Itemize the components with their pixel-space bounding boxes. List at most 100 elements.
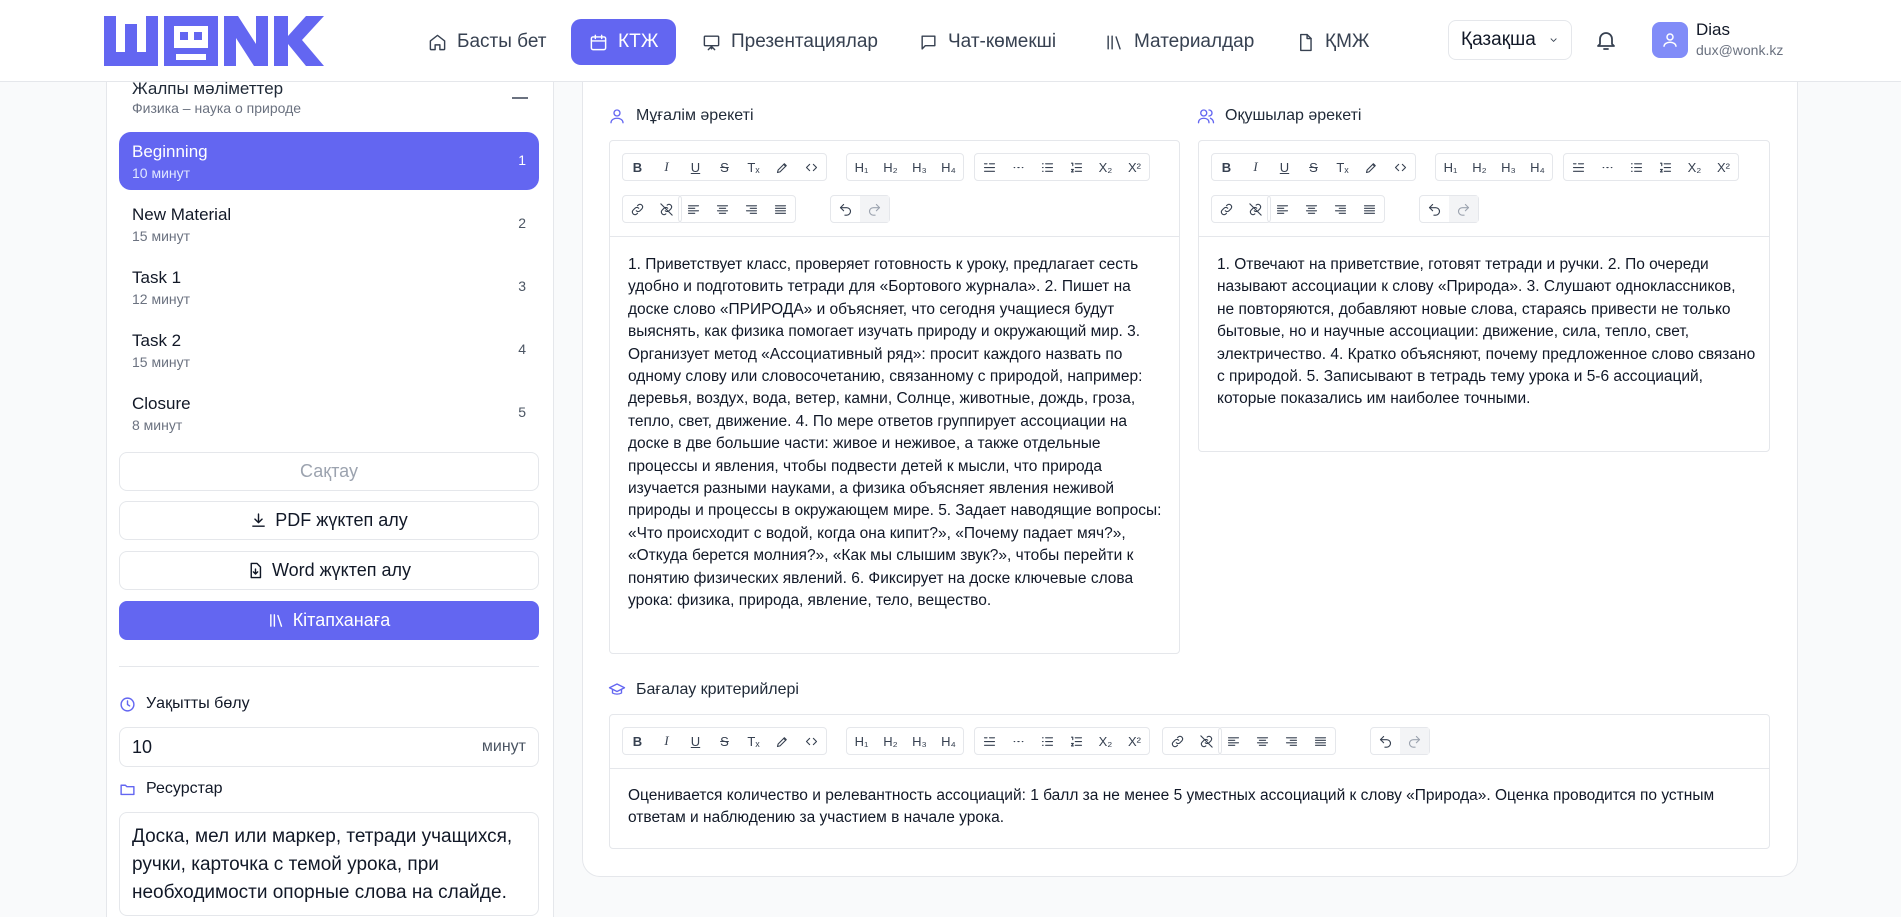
h1-button[interactable]: H₁ <box>1436 154 1465 180</box>
nav-ktzh[interactable]: КТЖ <box>571 19 677 65</box>
stage-item-3[interactable]: Task 1 12 минут 3 <box>119 258 539 316</box>
stage-item-1[interactable]: Beginning 10 минут 1 <box>119 132 539 190</box>
save-button[interactable]: Сақтау <box>119 452 539 491</box>
pdf-download-button[interactable]: PDF жүктеп алу <box>119 501 539 540</box>
highlight-button[interactable] <box>1357 154 1386 180</box>
bold-button[interactable]: B <box>623 154 652 180</box>
underline-button[interactable]: U <box>681 154 710 180</box>
clear-format-button[interactable]: Tₓ <box>739 728 768 754</box>
undo-button[interactable] <box>1420 196 1449 222</box>
assessment-criteria-editor[interactable]: B I U S Tₓ H₁ H₂ H₃ H₄ X₂ X² Оценивается количеств… <box>609 714 1770 849</box>
language-select[interactable]: Қазақша <box>1448 20 1572 60</box>
unlink-button[interactable] <box>1241 196 1270 222</box>
align-left-button[interactable] <box>1268 196 1297 222</box>
subscript-button[interactable]: X₂ <box>1091 728 1120 754</box>
stage-item-4[interactable]: Task 2 15 минут 4 <box>119 321 539 379</box>
strike-button[interactable]: S <box>710 154 739 180</box>
redo-button[interactable] <box>1400 728 1429 754</box>
strike-button[interactable]: S <box>1299 154 1328 180</box>
blockquote-button[interactable] <box>975 154 1004 180</box>
avatar[interactable] <box>1652 22 1688 58</box>
unlink-button[interactable] <box>1192 728 1221 754</box>
horizontal-rule-button[interactable] <box>1004 154 1033 180</box>
h1-button[interactable]: H₁ <box>847 154 876 180</box>
stage-item-2[interactable]: New Material 15 минут 2 <box>119 195 539 253</box>
nav-chat[interactable]: Чат-көмекші <box>901 19 1074 65</box>
align-center-button[interactable] <box>1248 728 1277 754</box>
underline-button[interactable]: U <box>681 728 710 754</box>
italic-button[interactable]: I <box>652 154 681 180</box>
assessment-criteria-content[interactable]: Оценивается количество и релевантность а… <box>628 785 1753 830</box>
link-button[interactable] <box>623 196 652 222</box>
ordered-list-button[interactable] <box>1062 154 1091 180</box>
redo-button[interactable] <box>860 196 889 222</box>
h4-button[interactable]: H₄ <box>934 154 963 180</box>
code-button[interactable] <box>797 154 826 180</box>
undo-button[interactable] <box>1371 728 1400 754</box>
ordered-list-button[interactable] <box>1062 728 1091 754</box>
blockquote-button[interactable] <box>975 728 1004 754</box>
align-right-button[interactable] <box>737 196 766 222</box>
h3-button[interactable]: H₃ <box>905 728 934 754</box>
superscript-button[interactable]: X² <box>1709 154 1738 180</box>
bold-button[interactable]: B <box>623 728 652 754</box>
time-input[interactable]: 10 минут <box>119 727 539 767</box>
align-right-button[interactable] <box>1277 728 1306 754</box>
blockquote-button[interactable] <box>1564 154 1593 180</box>
h3-button[interactable]: H₃ <box>1494 154 1523 180</box>
word-download-button[interactable]: Word жүктеп алу <box>119 551 539 590</box>
align-justify-button[interactable] <box>1306 728 1335 754</box>
italic-button[interactable]: I <box>1241 154 1270 180</box>
wonk-logo[interactable] <box>104 16 350 66</box>
link-button[interactable] <box>1163 728 1192 754</box>
students-activity-editor[interactable]: B I U S Tₓ H₁ H₂ H₃ H₄ X₂ X² 1. Отвечают на привет… <box>1198 140 1770 452</box>
h4-button[interactable]: H₄ <box>1523 154 1552 180</box>
superscript-button[interactable]: X² <box>1120 728 1149 754</box>
unlink-button[interactable] <box>652 196 681 222</box>
clear-format-button[interactable]: Tₓ <box>739 154 768 180</box>
horizontal-rule-button[interactable] <box>1004 728 1033 754</box>
ordered-list-button[interactable] <box>1651 154 1680 180</box>
stage-item-5[interactable]: Closure 8 минут 5 <box>119 384 539 442</box>
align-justify-button[interactable] <box>766 196 795 222</box>
highlight-button[interactable] <box>768 728 797 754</box>
code-button[interactable] <box>797 728 826 754</box>
strike-button[interactable]: S <box>710 728 739 754</box>
h2-button[interactable]: H₂ <box>876 154 905 180</box>
horizontal-rule-button[interactable] <box>1593 154 1622 180</box>
subscript-button[interactable]: X₂ <box>1680 154 1709 180</box>
nav-kmzh[interactable]: ҚМЖ <box>1278 19 1387 65</box>
students-activity-content[interactable]: 1. Отвечают на приветствие, готовят тетр… <box>1217 254 1757 411</box>
clear-format-button[interactable]: Tₓ <box>1328 154 1357 180</box>
bold-button[interactable]: B <box>1212 154 1241 180</box>
superscript-button[interactable]: X² <box>1120 154 1149 180</box>
h1-button[interactable]: H₁ <box>847 728 876 754</box>
teacher-activity-editor[interactable]: B I U S Tₓ H₁ H₂ H₃ H₄ X₂ X² 1. Приветствует класс… <box>609 140 1180 654</box>
bullet-list-button[interactable] <box>1622 154 1651 180</box>
align-justify-button[interactable] <box>1355 196 1384 222</box>
h3-button[interactable]: H₃ <box>905 154 934 180</box>
redo-button[interactable] <box>1449 196 1478 222</box>
h4-button[interactable]: H₄ <box>934 728 963 754</box>
resources-textarea[interactable]: Доска, мел или маркер, тетради учащихся,… <box>119 812 539 916</box>
align-center-button[interactable] <box>1297 196 1326 222</box>
align-right-button[interactable] <box>1326 196 1355 222</box>
nav-home[interactable]: Басты бет <box>410 19 564 65</box>
highlight-button[interactable] <box>768 154 797 180</box>
notifications-button[interactable] <box>1594 28 1618 52</box>
teacher-activity-content[interactable]: 1. Приветствует класс, проверяет готовно… <box>628 254 1168 613</box>
bullet-list-button[interactable] <box>1033 154 1062 180</box>
underline-button[interactable]: U <box>1270 154 1299 180</box>
code-button[interactable] <box>1386 154 1415 180</box>
bullet-list-button[interactable] <box>1033 728 1062 754</box>
link-button[interactable] <box>1212 196 1241 222</box>
align-left-button[interactable] <box>679 196 708 222</box>
italic-button[interactable]: I <box>652 728 681 754</box>
library-button[interactable]: Кітапханаға <box>119 601 539 640</box>
align-center-button[interactable] <box>708 196 737 222</box>
h2-button[interactable]: H₂ <box>1465 154 1494 180</box>
h2-button[interactable]: H₂ <box>876 728 905 754</box>
nav-materials[interactable]: Материалдар <box>1087 19 1272 65</box>
nav-presentations[interactable]: Презентациялар <box>684 19 896 65</box>
align-left-button[interactable] <box>1219 728 1248 754</box>
